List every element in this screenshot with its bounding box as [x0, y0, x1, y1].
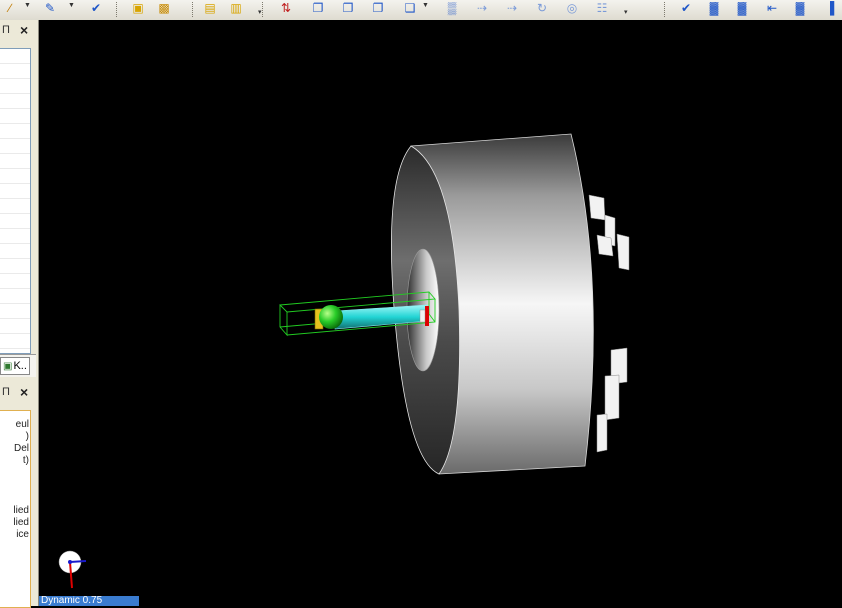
arrow-dash-2-icon[interactable]: ⇢	[504, 1, 520, 16]
output-line: t)	[22, 455, 29, 466]
pen-tool-icon[interactable]: ✎	[42, 1, 58, 16]
toolbar-overflow-icon[interactable]: ▾	[624, 8, 628, 16]
output-line: lied	[13, 505, 29, 516]
panel-tab-strip: ▣ K..	[0, 354, 36, 377]
axis-triad	[58, 550, 87, 589]
render-mode-label: Dynamic 0.75	[39, 596, 139, 606]
box-arrow-icon[interactable]: ❐	[310, 1, 326, 16]
list-item[interactable]	[0, 304, 30, 319]
toolbar-overflow-icon[interactable]: ▾	[258, 8, 262, 16]
sort-icon[interactable]: ⇅	[278, 1, 294, 16]
chart-left-icon[interactable]: ⇤	[764, 1, 780, 16]
scene-canvas[interactable]	[39, 20, 842, 596]
paint-bucket-icon[interactable]: ▩	[156, 1, 172, 16]
shaft-pin[interactable]	[425, 306, 429, 326]
output-text-area[interactable]: eul ) Del t) lied lied ice	[0, 410, 31, 608]
chart-end-icon[interactable]: ▐	[822, 1, 838, 16]
left-dock-panel: Π × ▣ K.. Π × eul ) Del t) lied lied ice	[0, 20, 39, 608]
list-item[interactable]	[0, 79, 30, 94]
target-icon[interactable]: ◎	[564, 1, 580, 16]
list-item[interactable]	[0, 49, 30, 64]
shaft-end-cap[interactable]	[419, 309, 426, 323]
pencil-box-icon[interactable]: ▣	[130, 1, 146, 16]
list-item[interactable]	[0, 94, 30, 109]
chart-arrow-icon[interactable]: ▓	[734, 1, 750, 16]
list-item[interactable]	[0, 244, 30, 259]
open-folder-icon[interactable]: ▤	[202, 1, 218, 16]
tab-k[interactable]: ▣ K..	[0, 357, 30, 375]
toolbar-grip[interactable]	[116, 2, 121, 17]
output-line: Del	[13, 443, 29, 454]
upper-tree-list[interactable]	[0, 48, 31, 354]
list-item[interactable]	[0, 229, 30, 244]
pin-icon[interactable]: Π	[2, 386, 10, 398]
chart-check-icon[interactable]: ▓	[706, 1, 722, 16]
lower-pane-header: Π ×	[0, 382, 38, 404]
main-toolbar: ∕ ▼ ✎ ▼ ✔ ▣ ▩ ▤ ▥ ▾ ⇅ ❐ ❐ ❐ ❑ ▼ ▒ ⇢ ⇢ ↻ …	[0, 0, 842, 21]
vertical-scrollbar[interactable]	[31, 48, 37, 352]
dropdown-arrow-icon[interactable]: ▼	[68, 2, 75, 9]
list-item[interactable]	[0, 334, 30, 349]
list-item[interactable]	[0, 214, 30, 229]
close-icon[interactable]: ×	[20, 22, 28, 38]
folder-arrow-icon[interactable]: ▥	[228, 1, 244, 16]
box-tree-icon[interactable]: ❑	[402, 1, 418, 16]
list-item[interactable]	[0, 154, 30, 169]
output-line: ice	[16, 529, 29, 540]
list-item[interactable]	[0, 109, 30, 124]
ball-joint[interactable]	[319, 305, 343, 329]
toolbar-grip[interactable]	[192, 2, 197, 17]
output-line: )	[25, 431, 29, 442]
wand-icon[interactable]: ∕	[2, 1, 18, 16]
check-icon[interactable]: ✔	[678, 1, 694, 16]
dropdown-arrow-icon[interactable]: ▼	[422, 2, 429, 9]
list-item[interactable]	[0, 199, 30, 214]
tab-label: K..	[13, 360, 27, 372]
cube-icon: ▣	[3, 360, 13, 372]
list-item[interactable]	[0, 319, 30, 334]
list-item[interactable]	[0, 139, 30, 154]
list-item[interactable]	[0, 169, 30, 184]
dropdown-arrow-icon[interactable]: ▼	[24, 2, 31, 9]
output-line: eul	[15, 419, 29, 430]
list-item[interactable]	[0, 64, 30, 79]
check-pen-icon[interactable]: ✔	[88, 1, 104, 16]
arrow-dash-icon[interactable]: ⇢	[474, 1, 490, 16]
close-icon[interactable]: ×	[20, 384, 28, 400]
rotate-icon[interactable]: ↻	[534, 1, 550, 16]
chart-box-icon[interactable]: ▓	[792, 1, 808, 16]
output-line: lied	[13, 517, 29, 528]
vertical-scrollbar[interactable]	[31, 410, 37, 606]
gear-teeth[interactable]	[588, 194, 630, 453]
list-item[interactable]	[0, 124, 30, 139]
list-item[interactable]	[0, 259, 30, 274]
list-item[interactable]	[0, 184, 30, 199]
grid-icon[interactable]: ▒	[444, 1, 460, 16]
3d-viewport[interactable]	[39, 20, 842, 596]
cabinet-icon[interactable]: ☷	[594, 1, 610, 16]
list-item[interactable]	[0, 289, 30, 304]
pin-icon[interactable]: Π	[2, 24, 10, 36]
status-bar: Dynamic 0.75	[39, 596, 842, 606]
box-up-icon[interactable]: ❐	[340, 1, 356, 16]
box-down-icon[interactable]: ❐	[370, 1, 386, 16]
toolbar-grip[interactable]	[664, 2, 669, 17]
list-item[interactable]	[0, 274, 30, 289]
upper-pane-header: Π ×	[0, 20, 38, 42]
toolbar-grip[interactable]	[262, 2, 267, 17]
